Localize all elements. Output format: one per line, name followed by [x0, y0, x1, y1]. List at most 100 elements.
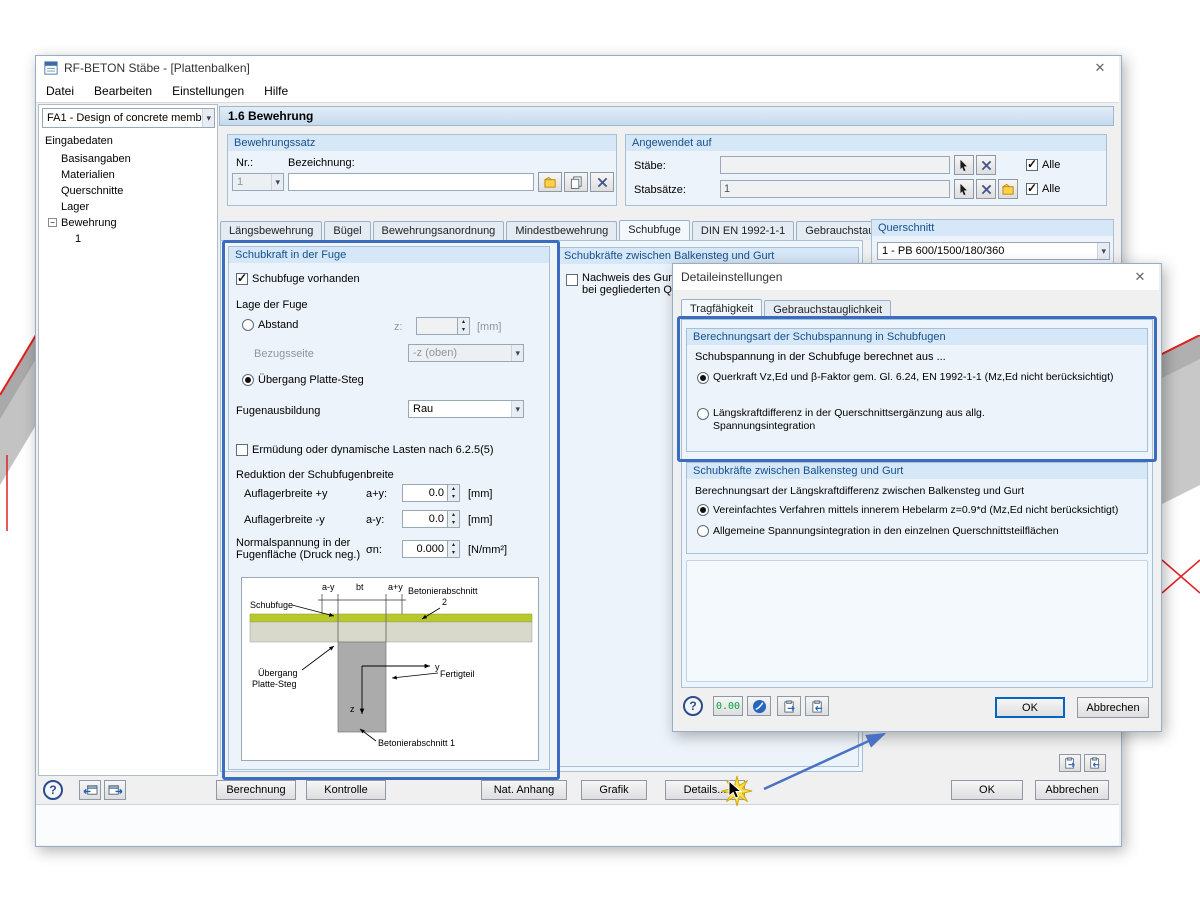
tree-root-eingabedaten[interactable]: Eingabedaten [45, 135, 113, 147]
tab-schubfuge[interactable]: Schubfuge [619, 220, 690, 241]
details-button[interactable]: Details... [665, 780, 745, 800]
ok-button[interactable]: OK [951, 780, 1023, 800]
spin-up-icon[interactable]: ▴ [458, 318, 469, 326]
export-clipboard-button[interactable] [1059, 754, 1081, 772]
window-arrow-left-icon [83, 784, 97, 795]
copy-reinforcement-set-button[interactable] [564, 172, 588, 192]
tab-buegel[interactable]: Bügel [324, 221, 371, 240]
staebe-pick-button[interactable] [954, 155, 974, 175]
sidebar-item-querschnitte[interactable]: Querschnitte [61, 185, 123, 197]
delete-x-icon [597, 177, 607, 187]
querkraft-radio[interactable] [697, 372, 709, 384]
dialog-tab-gebrauchstauglichkeit[interactable]: Gebrauchstauglichkeit [764, 300, 892, 319]
nr-value: 1 [237, 176, 244, 188]
sigma-input[interactable] [402, 540, 448, 558]
sigma-stepper[interactable]: ▴ ▾ [448, 540, 460, 558]
a-minus-input[interactable] [402, 510, 448, 528]
tab-din-en[interactable]: DIN EN 1992-1-1 [691, 221, 795, 240]
stabsaetze-clear-button[interactable] [976, 179, 996, 199]
tree-collapse-icon[interactable]: − [48, 218, 57, 227]
bezeichnung-input[interactable] [288, 173, 534, 191]
new-folder-icon [1001, 183, 1014, 195]
gurtanschluss-checkbox[interactable] [566, 274, 578, 286]
menu-einstellungen[interactable]: Einstellungen [162, 81, 254, 101]
import-clipboard-button[interactable] [1084, 754, 1106, 772]
vereinfachtes-verfahren-radio[interactable] [697, 504, 709, 516]
bezugsseite-combobox[interactable]: -z (oben) ▾ [408, 344, 524, 362]
cancel-button[interactable]: Abbrechen [1035, 780, 1109, 800]
staebe-input[interactable] [720, 156, 950, 174]
z-input[interactable] [416, 317, 458, 335]
sidebar-item-materialien[interactable]: Materialien [61, 169, 115, 181]
help-button[interactable]: ? [43, 780, 63, 800]
sidebar-item-lager[interactable]: Lager [61, 201, 89, 213]
uebergang-radio[interactable] [242, 374, 254, 386]
z-stepper[interactable]: ▴ ▾ [458, 317, 470, 335]
dialog-title-bar[interactable]: Detaileinstellungen ✕ [673, 264, 1159, 290]
spin-down-icon[interactable]: ▾ [458, 326, 469, 334]
tab-bewehrungsanordnung[interactable]: Bewehrungsanordnung [372, 221, 505, 240]
kontrolle-button[interactable]: Kontrolle [306, 780, 386, 800]
fugenausbildung-combobox[interactable]: Rau ▾ [408, 400, 524, 418]
laengskraftdifferenz-radio[interactable] [697, 408, 709, 420]
dialog-close-icon[interactable]: ✕ [1129, 269, 1151, 285]
stabsaetze-input[interactable] [720, 180, 950, 198]
design-case-selector[interactable]: FA1 - Design of concrete memb ▾ [42, 108, 215, 128]
sidebar-item-bewehrung[interactable]: Bewehrung [61, 217, 117, 229]
spin-up-icon[interactable]: ▴ [448, 541, 459, 549]
close-icon[interactable]: ✕ [1089, 60, 1111, 76]
ermuedung-checkbox[interactable] [236, 444, 248, 456]
querschnitt-combobox[interactable]: 1 - PB 600/1500/180/360 ▾ [877, 242, 1110, 260]
staebe-label: Stäbe: [634, 160, 666, 172]
normalspannung-label-2: Fugenfläche (Druck neg.) [236, 549, 361, 561]
grafik-button[interactable]: Grafik [581, 780, 647, 800]
spin-up-icon[interactable]: ▴ [448, 511, 459, 519]
dialog-empty-panel [686, 560, 1148, 682]
allgemeine-integration-radio[interactable] [697, 525, 709, 537]
normalspannung-label-1: Normalspannung in der [236, 537, 351, 549]
spin-down-icon[interactable]: ▾ [448, 493, 459, 501]
staebe-clear-button[interactable] [976, 155, 996, 175]
uebergang-label: Übergang Platte-Steg [258, 374, 364, 386]
tab-laengsbewehrung[interactable]: Längsbewehrung [220, 221, 323, 240]
units-settings-button[interactable] [747, 696, 771, 716]
new-reinforcement-set-button[interactable] [538, 172, 562, 192]
group-berechnungsart-caption: Berechnungsart der Schubspannung in Schu… [687, 329, 1147, 345]
jump-next-button[interactable] [104, 780, 126, 800]
dialog-ok-button[interactable]: OK [995, 697, 1065, 718]
stabsaetze-new-button[interactable] [998, 179, 1018, 199]
menu-bearbeiten[interactable]: Bearbeiten [84, 81, 162, 101]
nr-combobox[interactable]: 1 ▾ [232, 173, 284, 191]
stabsaetze-pick-button[interactable] [954, 179, 974, 199]
spin-down-icon[interactable]: ▾ [448, 519, 459, 527]
ermuedung-label: Ermüdung oder dynamische Lasten nach 6.2… [252, 444, 494, 456]
nat-anhang-button[interactable]: Nat. Anhang [481, 780, 567, 800]
berechnung-button[interactable]: Berechnung [216, 780, 296, 800]
bezugsseite-value: -z (oben) [413, 347, 458, 359]
dialog-cancel-button[interactable]: Abbrechen [1077, 697, 1149, 718]
menu-hilfe[interactable]: Hilfe [254, 81, 298, 101]
dialog-export-button[interactable] [777, 696, 801, 716]
schubfuge-vorhanden-checkbox[interactable] [236, 271, 248, 285]
dialog-help-button[interactable]: ? [683, 696, 703, 716]
sidebar-item-basisangaben[interactable]: Basisangaben [61, 153, 131, 165]
spin-down-icon[interactable]: ▾ [448, 549, 459, 557]
tab-mindestbewehrung[interactable]: Mindestbewehrung [506, 221, 618, 240]
dialog-tab-tragfaehigkeit[interactable]: Tragfähigkeit [681, 299, 763, 320]
a-plus-input[interactable] [402, 484, 448, 502]
staebe-alle-checkbox[interactable] [1026, 157, 1038, 171]
sidebar-item-bewehrung-1[interactable]: 1 [75, 233, 81, 245]
dialog-import-button[interactable] [805, 696, 829, 716]
title-bar[interactable]: RF-BETON Stäbe - [Plattenbalken] ✕ [36, 56, 1119, 80]
jump-previous-button[interactable] [79, 780, 101, 800]
group-gurt-caption: Schubkräfte zwischen Balkensteg und Gurt [558, 248, 858, 264]
delete-reinforcement-set-button[interactable] [590, 172, 614, 192]
a-plus-stepper[interactable]: ▴ ▾ [448, 484, 460, 502]
menu-datei[interactable]: Datei [36, 81, 84, 101]
a-minus-stepper[interactable]: ▴ ▾ [448, 510, 460, 528]
abstand-radio[interactable] [242, 319, 254, 331]
stabsaetze-alle-checkbox[interactable] [1026, 181, 1038, 195]
schubfuge-vorhanden-label: Schubfuge vorhanden [252, 273, 360, 285]
spin-up-icon[interactable]: ▴ [448, 485, 459, 493]
number-display-button[interactable]: 0.00 [713, 696, 743, 716]
